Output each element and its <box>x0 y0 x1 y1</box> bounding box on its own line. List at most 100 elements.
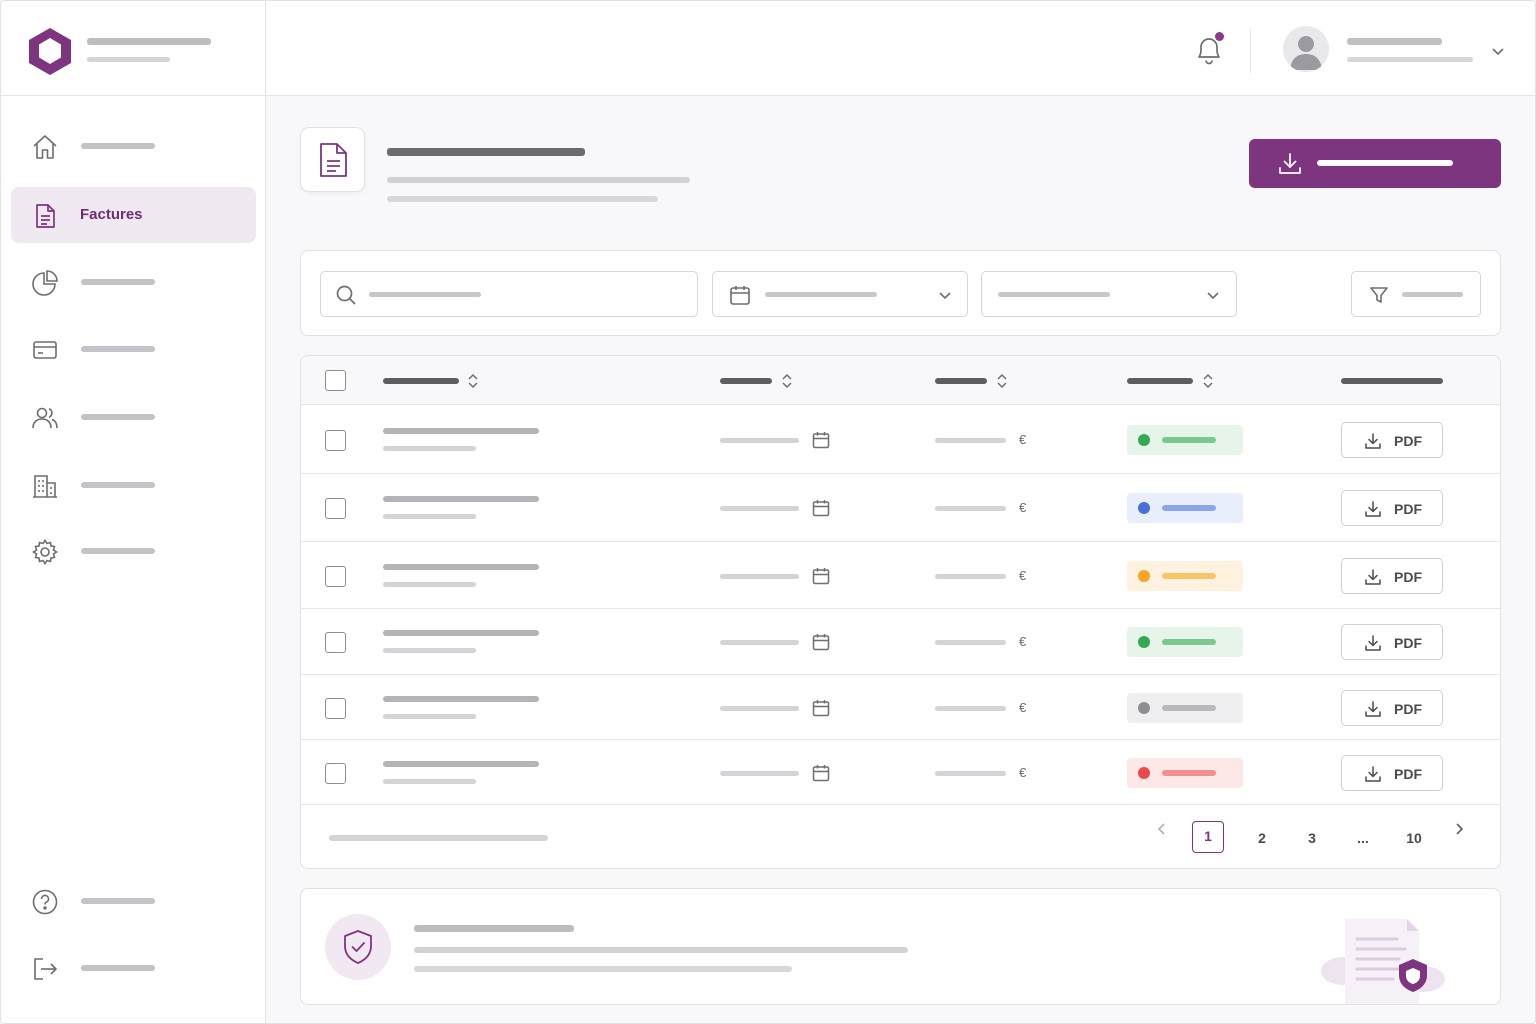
brand <box>1 1 265 96</box>
status-badge <box>1127 627 1243 657</box>
invoice-amount <box>935 640 1006 645</box>
row-checkbox[interactable] <box>325 430 346 451</box>
filter-button[interactable] <box>1351 271 1481 317</box>
client-name <box>383 779 476 784</box>
pagination-ellipsis: ... <box>1357 830 1369 846</box>
calendar-icon[interactable] <box>812 699 830 717</box>
sidebar-item-payments[interactable] <box>11 321 256 377</box>
page-3-button[interactable]: 3 <box>1292 830 1332 846</box>
page-1-button[interactable]: 1 <box>1192 821 1224 853</box>
page-description-2 <box>387 196 658 202</box>
client-name <box>383 648 476 653</box>
download-icon <box>1365 433 1381 449</box>
calendar-icon[interactable] <box>812 567 830 585</box>
sidebar-item-companies[interactable] <box>11 457 256 513</box>
currency-symbol: € <box>1019 765 1027 780</box>
sort-icon[interactable] <box>996 373 1008 389</box>
download-pdf-button[interactable]: PDF <box>1341 490 1443 526</box>
sidebar-item-factures[interactable]: Factures <box>11 187 256 243</box>
client-name <box>383 714 476 719</box>
page-2-button[interactable]: 2 <box>1242 830 1282 846</box>
sidebar-item-help[interactable] <box>11 873 256 929</box>
status-select[interactable] <box>981 271 1237 317</box>
invoice-amount <box>935 574 1006 579</box>
row-checkbox[interactable] <box>325 763 346 784</box>
table-row[interactable]: € PDF <box>301 405 1500 474</box>
sidebar-item-logout[interactable] <box>11 940 256 996</box>
invoice-number <box>383 630 539 636</box>
calendar-icon[interactable] <box>812 499 830 517</box>
help-icon <box>32 889 58 915</box>
sort-icon[interactable] <box>781 373 793 389</box>
page-icon-tile <box>300 127 365 192</box>
invoice-date <box>720 438 799 443</box>
shield-badge <box>325 914 391 980</box>
download-icon <box>1365 766 1381 782</box>
status-dot <box>1138 502 1150 514</box>
date-placeholder <box>765 292 877 297</box>
status-badge <box>1127 758 1243 788</box>
download-pdf-button[interactable]: PDF <box>1341 558 1443 594</box>
calendar-icon[interactable] <box>812 431 830 449</box>
brand-subtitle <box>87 57 170 62</box>
secure-document-illustration <box>1321 919 1445 1004</box>
column-header-date <box>720 378 772 384</box>
table-row[interactable]: € PDF <box>301 675 1500 740</box>
invoices-table: € PDF € PDF € PDF € PDF € PDF € PDF 1 2 … <box>300 355 1501 869</box>
divider <box>1250 29 1251 73</box>
download-pdf-button[interactable]: PDF <box>1341 690 1443 726</box>
search-input[interactable] <box>320 271 698 317</box>
filter-bar <box>300 250 1501 336</box>
download-pdf-button[interactable]: PDF <box>1341 755 1443 791</box>
chevron-right-icon[interactable] <box>1451 821 1467 837</box>
sidebar-item-home[interactable] <box>11 118 256 174</box>
row-checkbox[interactable] <box>325 698 346 719</box>
sort-icon[interactable] <box>1202 373 1214 389</box>
download-pdf-button[interactable]: PDF <box>1341 422 1443 458</box>
invoice-date <box>720 706 799 711</box>
calendar-icon[interactable] <box>812 764 830 782</box>
date-range-select[interactable] <box>712 271 968 317</box>
client-name <box>383 446 476 451</box>
calendar-icon[interactable] <box>812 633 830 651</box>
app-window: Factures € PDF € PDF € PDF € PDF € PDF €… <box>0 0 1536 1024</box>
chevron-down-icon[interactable] <box>1490 43 1506 59</box>
avatar[interactable] <box>1283 26 1329 72</box>
row-checkbox[interactable] <box>325 498 346 519</box>
pdf-button-label: PDF <box>1394 433 1422 449</box>
table-row[interactable]: € PDF <box>301 542 1500 609</box>
sidebar-item-clients[interactable] <box>11 389 256 445</box>
table-row[interactable]: € PDF <box>301 474 1500 542</box>
logout-icon <box>34 958 57 980</box>
building-icon <box>33 475 57 498</box>
invoice-number <box>383 696 539 702</box>
status-badge <box>1127 561 1243 591</box>
results-count <box>329 835 548 841</box>
sidebar-item-label <box>81 548 155 554</box>
user-name <box>1347 38 1442 45</box>
table-row[interactable]: € PDF <box>301 609 1500 675</box>
page-10-button[interactable]: 10 <box>1394 830 1434 846</box>
download-icon <box>1279 153 1301 174</box>
sidebar-item-label <box>81 898 155 904</box>
select-all-checkbox[interactable] <box>325 370 346 391</box>
download-pdf-button[interactable]: PDF <box>1341 624 1443 660</box>
users-icon <box>32 407 58 429</box>
gear-icon <box>32 539 58 565</box>
export-button-label <box>1317 160 1453 166</box>
column-header-actions <box>1341 378 1443 384</box>
column-header-invoice <box>383 378 459 384</box>
row-checkbox[interactable] <box>325 566 346 587</box>
top-bar <box>266 1 1535 96</box>
sidebar-item-reports[interactable] <box>11 254 256 310</box>
status-dot <box>1138 636 1150 648</box>
table-row[interactable]: € PDF <box>301 740 1500 805</box>
sidebar-item-settings[interactable] <box>11 523 256 579</box>
chevron-left-icon[interactable] <box>1154 821 1170 837</box>
status-dot <box>1138 570 1150 582</box>
row-checkbox[interactable] <box>325 632 346 653</box>
export-button[interactable] <box>1249 139 1501 188</box>
client-name <box>383 514 476 519</box>
document-icon <box>36 204 55 228</box>
sort-icon[interactable] <box>467 373 479 389</box>
